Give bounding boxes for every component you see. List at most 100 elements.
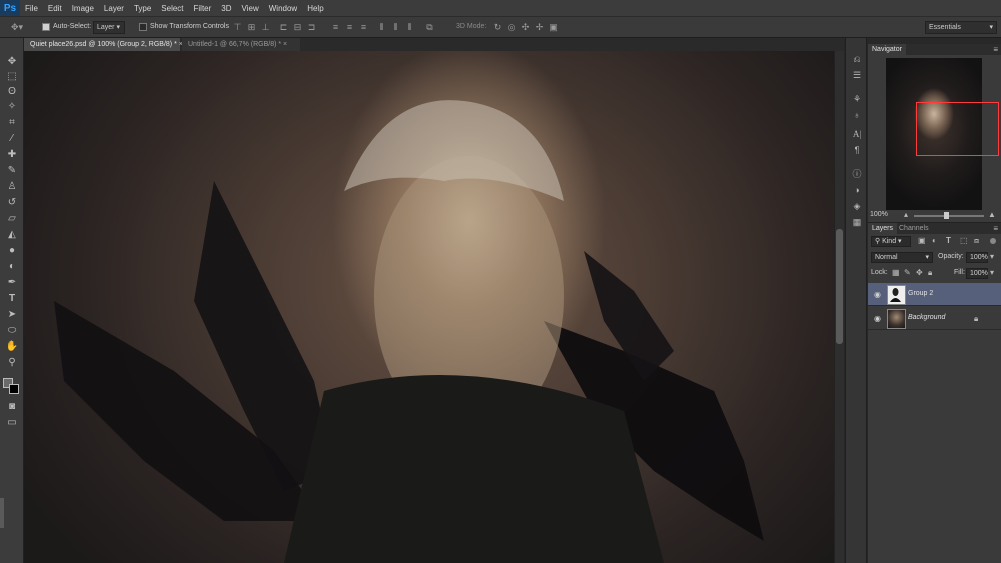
history-panel-icon[interactable]: ⎌: [850, 53, 864, 66]
screen-mode-icon[interactable]: ▭: [4, 416, 20, 429]
eyedropper-tool-icon[interactable]: ⁄: [4, 132, 20, 145]
distribute-top-icon[interactable]: ≡: [330, 22, 341, 33]
move-tool-preset-icon[interactable]: ✥▾: [8, 22, 26, 33]
distribute-left-icon[interactable]: ⦀: [376, 22, 387, 33]
pen-tool-icon[interactable]: ✒: [4, 276, 20, 289]
menu-view[interactable]: View: [237, 4, 264, 13]
shape-tool-icon[interactable]: ⬭: [4, 324, 20, 337]
brush-panel-icon[interactable]: ⚘: [850, 93, 864, 106]
align-left-icon[interactable]: ⊏: [278, 22, 289, 33]
menu-layer[interactable]: Layer: [99, 4, 129, 13]
clone-stamp-tool-icon[interactable]: ♙: [4, 180, 20, 193]
adjustments-panel-icon[interactable]: ◑: [850, 184, 864, 197]
auto-select-target-dropdown[interactable]: Layer ▾: [93, 21, 125, 34]
scrollbar-thumb[interactable]: [836, 229, 843, 344]
align-hcenter-icon[interactable]: ⊟: [292, 22, 303, 33]
align-right-icon[interactable]: ⊐: [306, 22, 317, 33]
blend-mode-dropdown[interactable]: Normal ▾: [871, 252, 933, 263]
eraser-tool-icon[interactable]: ▱: [4, 212, 20, 225]
tab-channels[interactable]: Channels: [895, 223, 933, 234]
quick-mask-icon[interactable]: ◙: [4, 400, 20, 413]
blur-tool-icon[interactable]: ●: [4, 244, 20, 257]
properties-panel-icon[interactable]: ☰: [850, 69, 864, 82]
navigator-view-frame[interactable]: [916, 102, 999, 156]
layer-row-background[interactable]: ◉ Background 🔒︎: [868, 307, 1001, 330]
panel-menu-icon[interactable]: ≡: [993, 224, 998, 234]
info-panel-icon[interactable]: ⓘ: [850, 168, 864, 181]
lock-transparent-icon[interactable]: ▦: [892, 268, 900, 278]
filter-pixel-icon[interactable]: ▣: [918, 236, 926, 246]
distribute-right-icon[interactable]: ⦀: [404, 22, 415, 33]
distribute-hcenter-icon[interactable]: ⦀: [390, 22, 401, 33]
visibility-eye-icon[interactable]: ◉: [873, 290, 882, 299]
show-transform-checkbox[interactable]: [139, 23, 147, 31]
visibility-eye-icon[interactable]: ◉: [873, 314, 882, 323]
opacity-input[interactable]: 100%: [966, 252, 988, 263]
opacity-dropdown-icon[interactable]: ▾: [990, 252, 994, 262]
auto-select-checkbox[interactable]: [42, 23, 50, 31]
align-vcenter-icon[interactable]: ⊞: [246, 22, 257, 33]
move-tool-icon[interactable]: ✥: [4, 55, 20, 68]
toolbox-edge-handle[interactable]: [0, 498, 4, 528]
menu-window[interactable]: Window: [264, 4, 302, 13]
menu-type[interactable]: Type: [129, 4, 156, 13]
distribute-vcenter-icon[interactable]: ≡: [344, 22, 355, 33]
paragraph-panel-icon[interactable]: ¶: [850, 144, 864, 157]
lock-position-icon[interactable]: ✥: [916, 268, 923, 278]
zoom-out-icon[interactable]: ▴: [904, 210, 908, 220]
layer-row-group-2[interactable]: ◉ Group 2: [868, 283, 1001, 306]
filter-shape-icon[interactable]: ⬚: [960, 236, 968, 246]
type-tool-icon[interactable]: T: [4, 292, 20, 305]
panel-menu-icon[interactable]: ≡: [993, 45, 998, 55]
filter-adjustment-icon[interactable]: ◐: [932, 236, 937, 246]
3d-rotate-icon[interactable]: ↻: [492, 22, 503, 33]
paint-bucket-tool-icon[interactable]: ◭: [4, 228, 20, 241]
workspace-dropdown[interactable]: Essentials ▾: [925, 21, 997, 34]
character-panel-icon[interactable]: A|: [850, 128, 864, 141]
zoom-tool-icon[interactable]: ⚲: [4, 356, 20, 369]
swatches-panel-icon[interactable]: ▦: [850, 216, 864, 229]
marquee-tool-icon[interactable]: ⬚: [4, 70, 20, 83]
tab-layers[interactable]: Layers: [868, 223, 898, 234]
menu-file[interactable]: File: [20, 4, 43, 13]
distribute-bottom-icon[interactable]: ≡: [358, 22, 369, 33]
healing-brush-tool-icon[interactable]: ✚: [4, 148, 20, 161]
brush-tool-icon[interactable]: ✎: [4, 164, 20, 177]
close-icon[interactable]: ×: [283, 41, 287, 48]
tab-quiet-place[interactable]: Quiet place26.psd @ 100% (Group 2, RGB/8…: [24, 38, 183, 51]
fill-dropdown-icon[interactable]: ▾: [990, 268, 994, 278]
lock-image-icon[interactable]: ✎: [904, 268, 911, 278]
auto-align-icon[interactable]: ⧉: [424, 22, 435, 33]
layer-filter-kind-dropdown[interactable]: ⚲ Kind ▾: [871, 236, 911, 247]
menu-edit[interactable]: Edit: [43, 4, 67, 13]
3d-scale-icon[interactable]: ▣: [548, 22, 559, 33]
align-bottom-icon[interactable]: ⊥: [260, 22, 271, 33]
lasso-tool-icon[interactable]: ʘ: [4, 85, 20, 98]
background-color-swatch[interactable]: [9, 384, 19, 394]
history-brush-tool-icon[interactable]: ↺: [4, 196, 20, 209]
zoom-slider-track[interactable]: [914, 215, 984, 217]
hand-tool-icon[interactable]: ✋: [4, 340, 20, 353]
navigator-thumbnail[interactable]: [886, 58, 999, 210]
clone-source-panel-icon[interactable]: ♁: [850, 109, 864, 122]
menu-filter[interactable]: Filter: [189, 4, 217, 13]
menu-3d[interactable]: 3D: [216, 4, 236, 13]
quick-selection-tool-icon[interactable]: ✧: [4, 100, 20, 113]
crop-tool-icon[interactable]: ⌗: [4, 116, 20, 129]
lock-all-icon[interactable]: 🔒︎: [928, 268, 932, 278]
3d-slide-icon[interactable]: ✢: [534, 22, 545, 33]
filter-smart-object-icon[interactable]: ⧈: [974, 236, 979, 246]
tab-untitled-1[interactable]: Untitled-1 @ 66,7% (RGB/8) * ×: [182, 38, 300, 51]
tab-navigator[interactable]: Navigator: [868, 44, 906, 55]
menu-help[interactable]: Help: [302, 4, 328, 13]
vertical-scrollbar[interactable]: [834, 51, 844, 563]
fill-input[interactable]: 100%: [966, 268, 988, 279]
document-canvas[interactable]: [24, 51, 834, 563]
menu-select[interactable]: Select: [156, 4, 188, 13]
3d-drag-icon[interactable]: ✣: [520, 22, 531, 33]
zoom-slider-handle[interactable]: [944, 212, 949, 219]
zoom-in-icon[interactable]: ▲: [988, 210, 996, 220]
3d-roll-icon[interactable]: ◎: [506, 22, 517, 33]
filter-toggle-icon[interactable]: [990, 238, 996, 244]
navigator-zoom-value[interactable]: 100%: [870, 211, 888, 218]
